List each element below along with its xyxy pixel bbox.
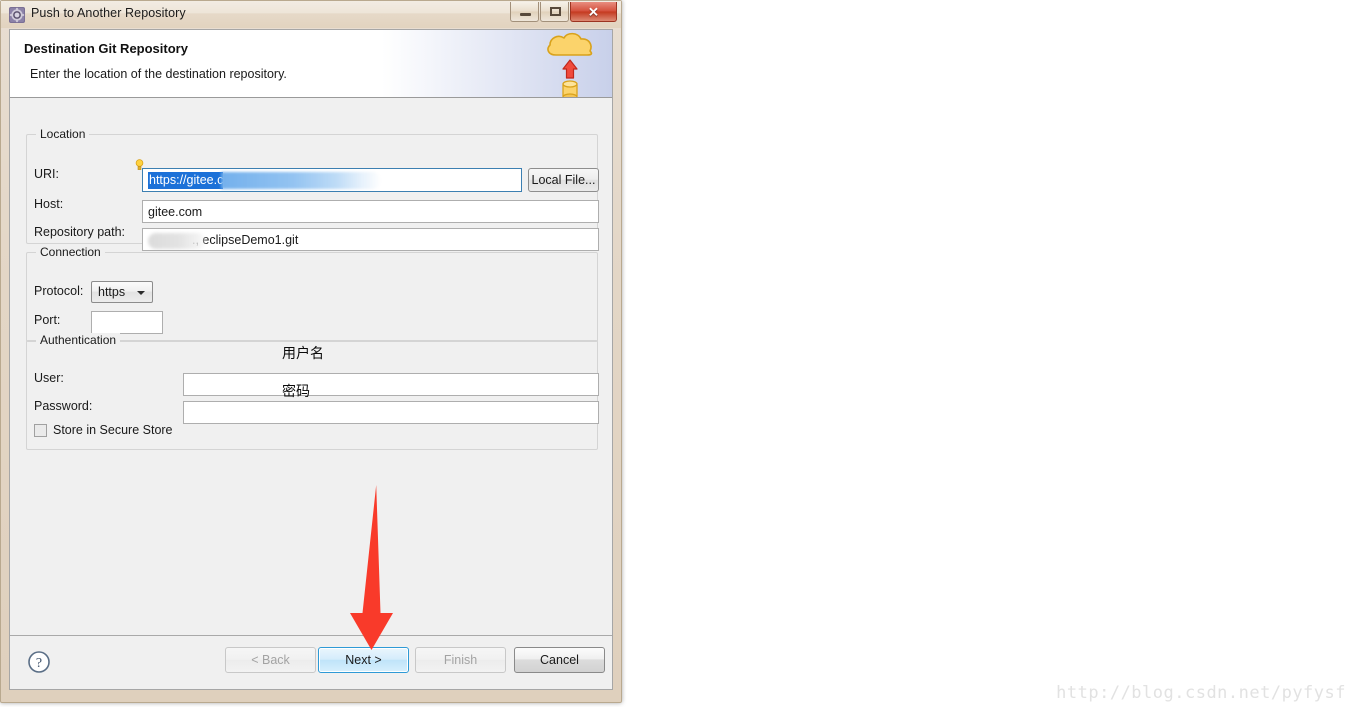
git-push-gear-icon — [9, 7, 25, 23]
restore-icon — [550, 7, 561, 16]
watermark-text: http://blog.csdn.net/pyfysf — [1056, 683, 1346, 703]
password-label: Password: — [34, 399, 93, 413]
title-bar[interactable]: Push to Another Repository ✕ — [1, 1, 621, 28]
port-input[interactable] — [91, 311, 163, 334]
back-button-label: < Back — [251, 653, 290, 667]
svg-text:?: ? — [36, 656, 42, 671]
page-description: Enter the location of the destination re… — [30, 67, 287, 81]
cancel-button[interactable]: Cancel — [514, 647, 605, 673]
store-secure-checkbox[interactable] — [34, 424, 47, 437]
host-input[interactable]: gitee.com — [142, 200, 599, 223]
uri-label: URI: — [34, 167, 59, 181]
dialog-footer: ? < Back Next > Finish Cancel — [10, 635, 612, 689]
window-title: Push to Another Repository — [31, 6, 186, 20]
repository-path-redacted-overlay — [148, 232, 206, 249]
uri-input[interactable]: https://gitee.c — [142, 168, 522, 192]
protocol-label: Protocol: — [34, 284, 84, 298]
cancel-button-label: Cancel — [540, 653, 579, 667]
uri-value: https://gitee.c — [148, 172, 224, 189]
minimize-icon — [520, 13, 531, 16]
cloud-push-icon — [542, 30, 598, 97]
store-secure-label: Store in Secure Store — [53, 423, 173, 437]
annotation-user-hint: 用户名 — [282, 346, 324, 362]
annotation-password-hint: 密码 — [282, 384, 310, 400]
host-label: Host: — [34, 197, 64, 211]
chevron-down-icon — [137, 291, 145, 295]
local-file-button-label: Local File... — [531, 173, 596, 187]
location-group-label: Location — [36, 127, 90, 141]
user-label: User: — [34, 371, 64, 385]
connection-group-label: Connection — [36, 245, 105, 259]
repository-path-value: ., eclipseDemo1.git — [192, 233, 299, 247]
port-label: Port: — [34, 313, 61, 327]
page-title: Destination Git Repository — [24, 41, 188, 56]
user-input[interactable] — [183, 373, 599, 396]
repository-path-label: Repository path: — [34, 225, 126, 239]
finish-button[interactable]: Finish — [415, 647, 506, 673]
help-question-icon[interactable]: ? — [27, 650, 51, 674]
wizard-banner: Destination Git Repository Enter the loc… — [10, 30, 612, 98]
minimize-button[interactable] — [510, 2, 539, 22]
protocol-select[interactable]: https — [91, 281, 153, 303]
protocol-value: https — [98, 285, 126, 299]
close-icon: ✕ — [588, 4, 599, 19]
annotation-red-arrow — [340, 485, 410, 665]
screenshot-root: Push to Another Repository ✕ Destination… — [0, 0, 1360, 707]
authentication-group-label: Authentication — [36, 333, 121, 347]
uri-redacted-overlay — [221, 172, 382, 190]
repository-path-input[interactable]: ., eclipseDemo1.git — [142, 228, 599, 251]
restore-button[interactable] — [540, 2, 569, 22]
back-button[interactable]: < Back — [225, 647, 316, 673]
caption-button-group: ✕ — [510, 2, 617, 22]
password-input[interactable] — [183, 401, 599, 424]
local-file-button[interactable]: Local File... — [528, 168, 599, 192]
host-value: gitee.com — [148, 205, 203, 219]
finish-button-label: Finish — [443, 653, 478, 667]
close-button[interactable]: ✕ — [570, 2, 617, 22]
